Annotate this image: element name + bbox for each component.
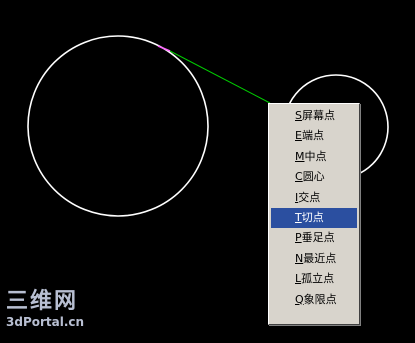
menu-item-n[interactable]: N最近点 xyxy=(269,249,359,269)
menu-item-label: 屏幕点 xyxy=(301,109,335,122)
left-circle[interactable] xyxy=(27,35,209,217)
menu-item-accelerator: E xyxy=(295,129,302,143)
menu-item-label: 切点 xyxy=(301,210,324,224)
menu-item-label: 最近点 xyxy=(303,251,337,265)
menu-item-accelerator: P xyxy=(295,231,302,245)
menu-item-accelerator: S xyxy=(295,109,302,122)
menu-item-t[interactable]: T切点 xyxy=(271,207,357,229)
menu-item-accelerator: M xyxy=(295,149,305,163)
menu-item-accelerator: N xyxy=(295,251,304,265)
menu-item-s[interactable]: S屏幕点 xyxy=(269,106,359,126)
menu-item-label: 中点 xyxy=(304,149,327,163)
menu-item-label: 圆心 xyxy=(302,170,325,184)
snap-marker xyxy=(157,45,171,52)
menu-item-accelerator: T xyxy=(295,210,302,224)
menu-item-i[interactable]: I交点 xyxy=(269,188,359,208)
menu-item-label: 象限点 xyxy=(303,292,337,306)
menu-item-l[interactable]: L孤立点 xyxy=(269,269,359,289)
object-snap-context-menu: S屏幕点 E端点 M中点 C圆心 I交点 T切点 P垂足点 N最近点 L孤立点 Q象限点 xyxy=(268,103,360,325)
menu-item-p[interactable]: P垂足点 xyxy=(269,228,359,248)
tangent-line xyxy=(169,50,271,104)
menu-item-accelerator: C xyxy=(295,170,303,184)
menu-item-q[interactable]: Q象限点 xyxy=(269,290,359,310)
menu-item-e[interactable]: E端点 xyxy=(269,126,359,146)
menu-item-label: 交点 xyxy=(298,190,321,204)
menu-item-c[interactable]: C圆心 xyxy=(269,167,359,187)
drawing-canvas[interactable]: S屏幕点 E端点 M中点 C圆心 I交点 T切点 P垂足点 N最近点 L孤立点 Q象限点 三维网 … xyxy=(0,0,415,343)
menu-item-accelerator: Q xyxy=(295,292,304,306)
menu-item-label: 垂足点 xyxy=(301,231,335,245)
menu-item-m[interactable]: M中点 xyxy=(269,147,359,167)
menu-item-label: 端点 xyxy=(301,129,324,143)
menu-item-label: 孤立点 xyxy=(301,272,335,286)
